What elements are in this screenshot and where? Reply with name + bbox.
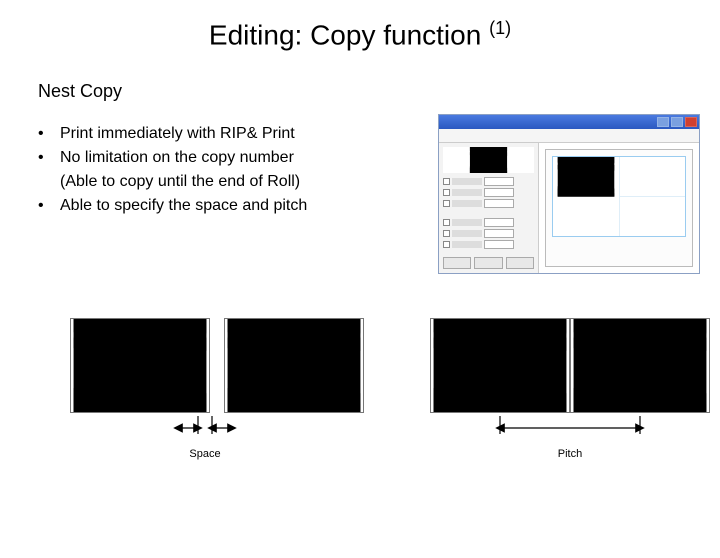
app-side-panel (439, 143, 539, 273)
space-label: Space (160, 448, 250, 460)
space-example (70, 318, 364, 413)
thumbnail-image (443, 147, 534, 173)
app-titlebar (439, 115, 699, 129)
bullet-item: Print immediately with RIP& Print (60, 122, 398, 146)
bullet-item: (Able to copy until the end of Roll) (60, 170, 398, 194)
copy-tile (430, 318, 570, 413)
window-close-icon (685, 117, 697, 127)
bullet-item: Able to specify the space and pitch (60, 194, 398, 218)
app-button (506, 257, 534, 269)
app-screenshot (438, 114, 700, 274)
space-dimension: Space (160, 416, 250, 460)
app-canvas-area (539, 143, 699, 273)
app-controls (443, 177, 534, 249)
app-toolbar (439, 129, 699, 143)
title-text: Editing: Copy function (209, 19, 489, 50)
layout-page (552, 156, 686, 237)
window-minimize-icon (657, 117, 669, 127)
app-button (474, 257, 502, 269)
title-superscript: (1) (489, 18, 511, 38)
pitch-dimension: Pitch (490, 416, 650, 460)
window-maximize-icon (671, 117, 683, 127)
section-subtitle: Nest Copy (38, 81, 720, 102)
pitch-label: Pitch (490, 448, 650, 460)
app-button (443, 257, 471, 269)
copy-tile (570, 318, 710, 413)
page-title: Editing: Copy function (1) (0, 18, 720, 51)
copy-tile (224, 318, 364, 413)
bullet-item: No limitation on the copy number (60, 146, 398, 170)
bullet-list: •Print immediately with RIP& Print •No l… (38, 122, 398, 218)
pitch-example (430, 318, 710, 413)
copy-tile (70, 318, 210, 413)
